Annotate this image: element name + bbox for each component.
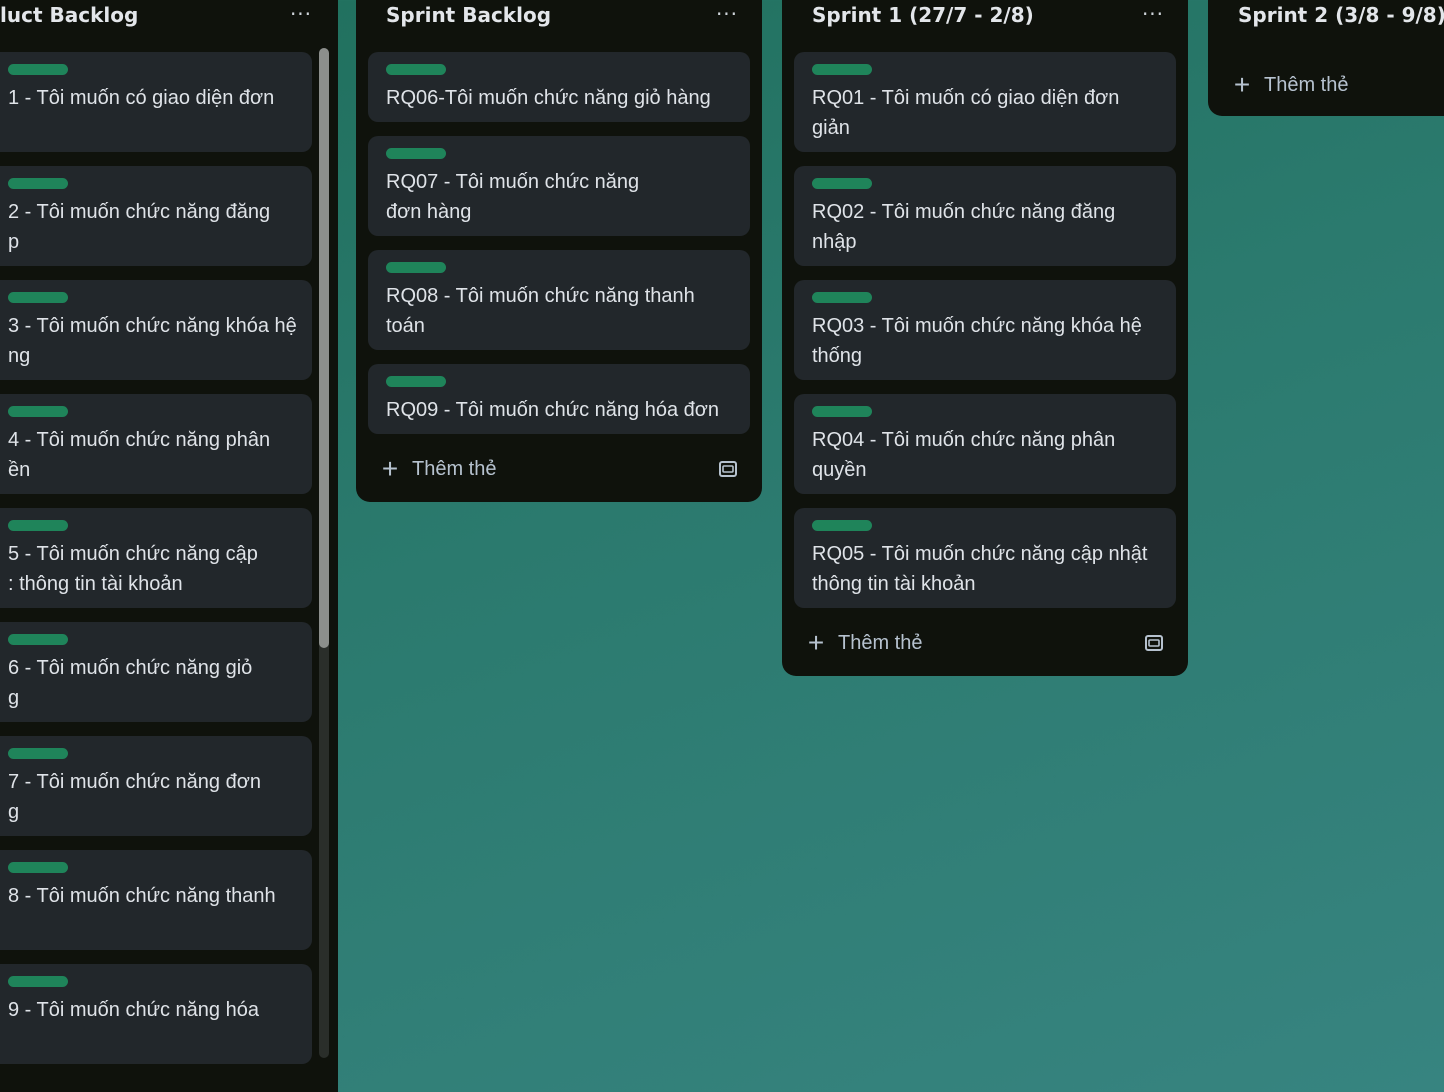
card-title: RQ05 - Tôi muốn chức năng cập nhật thông… [812,543,1148,595]
card-label [812,64,872,75]
card-title: 2 - Tôi muốn chức năng đăng p [8,201,271,253]
add-card-button[interactable]: + Thêm thẻ [1232,68,1349,102]
card-label [8,64,68,75]
card-template-icon[interactable] [1140,629,1168,657]
card-title: 8 - Tôi muốn chức năng thanh [8,885,276,907]
card-item[interactable]: 6 - Tôi muốn chức năng giỏ g [0,622,312,722]
card-title: RQ06-Tôi muốn chức năng giỏ hàng [386,87,711,109]
list-sprint-backlog: Sprint Backlog ··· RQ06-Tôi muốn chức nă… [356,0,762,502]
card-item[interactable]: RQ09 - Tôi muốn chức năng hóa đơn [368,364,750,434]
card-title: RQ09 - Tôi muốn chức năng hóa đơn [386,399,719,421]
card-item[interactable]: 2 - Tôi muốn chức năng đăng p [0,166,312,266]
card-item[interactable]: 8 - Tôi muốn chức năng thanh [0,850,312,950]
card-title: 3 - Tôi muốn chức năng khóa hệ ng [8,315,297,367]
card-label [386,64,446,75]
card-title: RQ03 - Tôi muốn chức năng khóa hệ thống [812,315,1142,367]
ellipsis-icon[interactable]: ··· [286,2,316,26]
scrollbar-thumb[interactable] [319,48,329,648]
card-item[interactable]: 9 - Tôi muốn chức năng hóa [0,964,312,1064]
plus-icon: + [1233,69,1251,100]
add-card-label: Thêm thẻ [412,457,497,480]
card-label [812,178,872,189]
card-label [386,148,446,159]
card-item[interactable]: RQ08 - Tôi muốn chức năng thanh toán [368,250,750,350]
card-label [8,406,68,417]
card-title: RQ08 - Tôi muốn chức năng thanh toán [386,285,695,337]
list-title[interactable]: Sprint Backlog [386,0,551,30]
card-title: 6 - Tôi muốn chức năng giỏ g [8,657,253,709]
card-title: RQ04 - Tôi muốn chức năng phân quyền [812,429,1116,481]
ellipsis-icon[interactable]: ··· [712,2,742,26]
add-card-button[interactable]: + Thêm thẻ [380,452,497,486]
card-item[interactable]: RQ06-Tôi muốn chức năng giỏ hàng [368,52,750,122]
list-product-backlog: luct Backlog ··· 1 - Tôi muốn có giao di… [0,0,338,1092]
card-item[interactable]: RQ05 - Tôi muốn chức năng cập nhật thông… [794,508,1176,608]
card-item[interactable]: RQ01 - Tôi muốn có giao diện đơn giản [794,52,1176,152]
card-item[interactable]: RQ07 - Tôi muốn chức năng đơn hàng [368,136,750,236]
card-item[interactable]: 1 - Tôi muốn có giao diện đơn [0,52,312,152]
card-item[interactable]: RQ04 - Tôi muốn chức năng phân quyền [794,394,1176,494]
list-title[interactable]: Sprint 2 (3/8 - 9/8) [1238,0,1444,30]
card-title: 4 - Tôi muốn chức năng phân ền [8,429,271,481]
card-label [8,520,68,531]
card-item[interactable]: 4 - Tôi muốn chức năng phân ền [0,394,312,494]
card-title: RQ01 - Tôi muốn có giao diện đơn giản [812,87,1120,139]
card-title: RQ02 - Tôi muốn chức năng đăng nhập [812,201,1116,253]
card-item[interactable]: 5 - Tôi muốn chức năng cập : thông tin t… [0,508,312,608]
card-template-icon[interactable] [714,455,742,483]
list-sprint-2: Sprint 2 (3/8 - 9/8) + Thêm thẻ [1208,0,1444,116]
add-card-button[interactable]: + Thêm thẻ [806,626,923,660]
card-title: 1 - Tôi muốn có giao diện đơn [8,87,275,109]
card-label [8,178,68,189]
add-card-label: Thêm thẻ [838,631,923,654]
card-item[interactable]: 7 - Tôi muốn chức năng đơn g [0,736,312,836]
card-label [8,748,68,759]
card-label [8,862,68,873]
card-label [8,976,68,987]
card-label [386,262,446,273]
list-title[interactable]: luct Backlog [0,0,138,30]
card-label [812,520,872,531]
list-sprint-1: Sprint 1 (27/7 - 2/8) ··· RQ01 - Tôi muố… [782,0,1188,676]
list-scrollbar[interactable] [319,48,329,1058]
card-title: 9 - Tôi muốn chức năng hóa [8,999,259,1021]
card-label [386,376,446,387]
list-title[interactable]: Sprint 1 (27/7 - 2/8) [812,0,1034,30]
card-item[interactable]: RQ02 - Tôi muốn chức năng đăng nhập [794,166,1176,266]
card-label [812,406,872,417]
card-title: 5 - Tôi muốn chức năng cập : thông tin t… [8,543,258,595]
ellipsis-icon[interactable]: ··· [1138,2,1168,26]
card-item[interactable]: 3 - Tôi muốn chức năng khóa hệ ng [0,280,312,380]
plus-icon: + [807,627,825,658]
card-label [8,634,68,645]
card-title: RQ07 - Tôi muốn chức năng đơn hàng [386,171,640,223]
card-label [812,292,872,303]
card-item[interactable]: RQ03 - Tôi muốn chức năng khóa hệ thống [794,280,1176,380]
plus-icon: + [381,453,399,484]
card-label [8,292,68,303]
card-title: 7 - Tôi muốn chức năng đơn g [8,771,261,823]
add-card-label: Thêm thẻ [1264,73,1349,96]
